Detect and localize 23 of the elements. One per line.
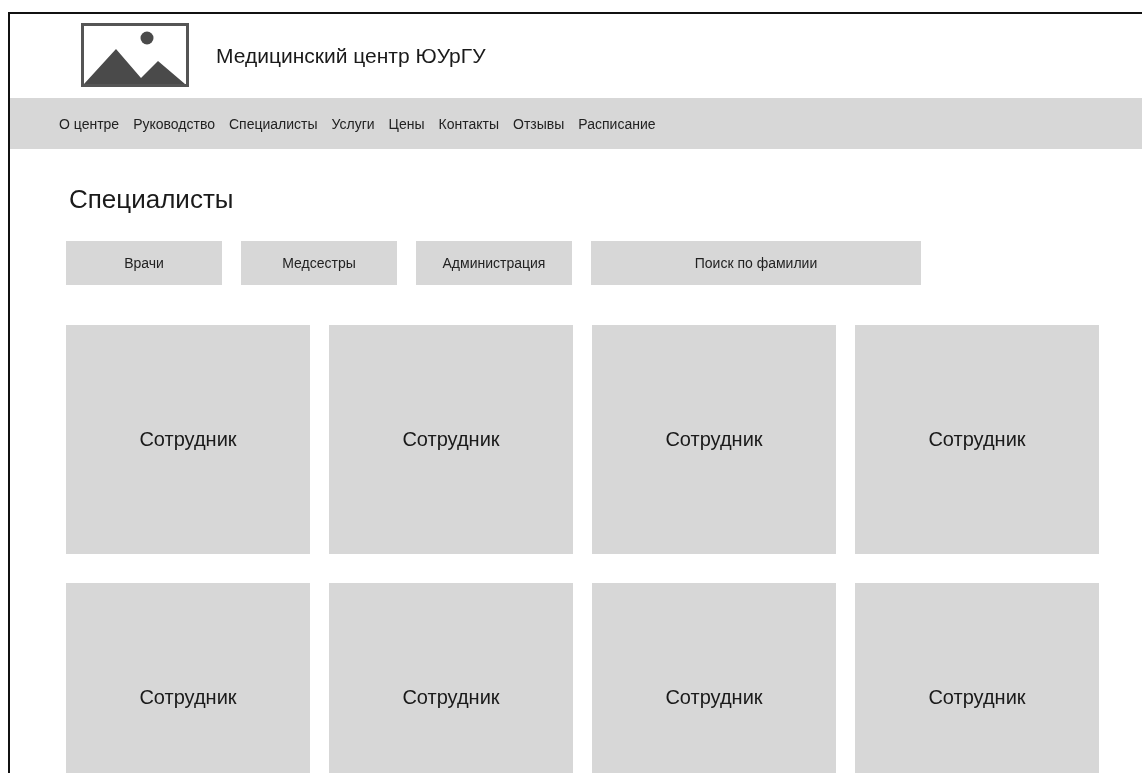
nav-link[interactable]: О центре xyxy=(59,115,120,132)
filter-button[interactable]: Администрация xyxy=(416,241,572,285)
nav-link[interactable]: Специалисты xyxy=(228,115,318,132)
nav-link[interactable]: Услуги xyxy=(331,115,375,132)
filter-button[interactable]: Врачи xyxy=(66,241,222,285)
staff-card[interactable]: Сотрудник xyxy=(592,325,836,554)
staff-card[interactable]: Сотрудник xyxy=(592,583,836,773)
image-placeholder-icon xyxy=(81,23,189,87)
staff-card[interactable]: Сотрудник xyxy=(855,583,1099,773)
nav-link[interactable]: Расписание xyxy=(578,115,656,132)
page-title: Специалисты xyxy=(69,183,235,216)
nav-link[interactable]: Контакты xyxy=(438,115,500,132)
staff-card[interactable]: Сотрудник xyxy=(329,325,573,554)
site-title: Медицинский центр ЮУрГУ xyxy=(216,44,486,68)
staff-card[interactable]: Сотрудник xyxy=(66,583,310,773)
nav-link[interactable]: Цены xyxy=(388,115,425,132)
staff-card[interactable]: Сотрудник xyxy=(855,325,1099,554)
staff-card[interactable]: Сотрудник xyxy=(329,583,573,773)
filter-button[interactable]: Медсестры xyxy=(241,241,397,285)
nav-link[interactable]: Отзывы xyxy=(513,115,565,132)
staff-card[interactable]: Сотрудник xyxy=(66,325,310,554)
nav-link[interactable]: Руководство xyxy=(133,115,215,132)
search-field[interactable]: Поиск по фамилии xyxy=(591,241,921,285)
